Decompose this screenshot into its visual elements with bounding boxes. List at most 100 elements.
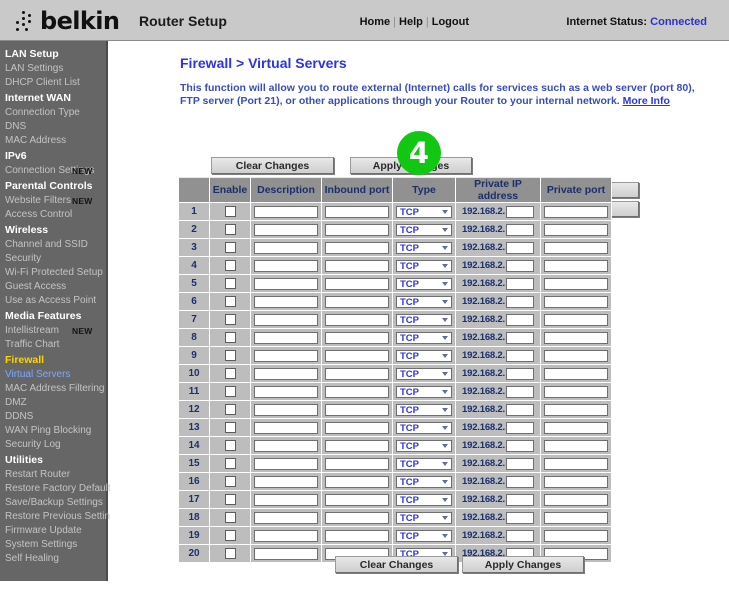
sidebar-item-intellistream[interactable]: Intellistream NEW	[0, 324, 106, 338]
private-port-input[interactable]	[544, 295, 608, 308]
enable-checkbox[interactable]	[224, 314, 236, 325]
sidebar-item-dmz[interactable]: DMZ	[0, 396, 106, 410]
sidebar-item-restart-router[interactable]: Restart Router	[0, 468, 106, 482]
private-port-input[interactable]	[544, 475, 608, 488]
type-select[interactable]: TCP	[396, 277, 452, 290]
sidebar-item-wi-fi-protected-setup[interactable]: Wi-Fi Protected Setup	[0, 266, 106, 280]
description-input[interactable]	[254, 403, 318, 416]
sidebar-item-mac-address[interactable]: MAC Address	[0, 134, 106, 148]
enable-checkbox[interactable]	[224, 494, 236, 505]
private-port-input[interactable]	[544, 529, 608, 542]
more-info-link[interactable]: More Info	[623, 95, 670, 107]
description-input[interactable]	[254, 439, 318, 452]
enable-checkbox[interactable]	[224, 458, 236, 469]
apply-changes-button-bottom[interactable]: Apply Changes	[462, 556, 584, 573]
private-port-input[interactable]	[544, 511, 608, 524]
private-port-input[interactable]	[544, 349, 608, 362]
enable-checkbox[interactable]	[224, 548, 236, 559]
type-select[interactable]: TCP	[396, 205, 452, 218]
enable-checkbox[interactable]	[224, 260, 236, 271]
private-ip-suffix-input[interactable]	[505, 367, 534, 380]
private-port-input[interactable]	[544, 205, 608, 218]
enable-checkbox[interactable]	[224, 242, 236, 253]
private-port-input[interactable]	[544, 457, 608, 470]
private-port-input[interactable]	[544, 277, 608, 290]
type-select[interactable]: TCP	[396, 385, 452, 398]
type-select[interactable]: TCP	[396, 313, 452, 326]
private-ip-suffix-input[interactable]	[505, 277, 534, 290]
inbound-port-input[interactable]	[325, 331, 389, 344]
inbound-port-input[interactable]	[325, 439, 389, 452]
private-ip-suffix-input[interactable]	[505, 205, 534, 218]
inbound-port-input[interactable]	[325, 493, 389, 506]
private-ip-suffix-input[interactable]	[505, 349, 534, 362]
inbound-port-input[interactable]	[325, 457, 389, 470]
inbound-port-input[interactable]	[325, 421, 389, 434]
private-port-input[interactable]	[544, 493, 608, 506]
sidebar-item-security-log[interactable]: Security Log	[0, 438, 106, 452]
inbound-port-input[interactable]	[325, 223, 389, 236]
help-link[interactable]: Help	[399, 16, 423, 28]
private-ip-suffix-input[interactable]	[505, 475, 534, 488]
type-select[interactable]: TCP	[396, 331, 452, 344]
sidebar-item-virtual-servers[interactable]: Virtual Servers	[0, 368, 106, 382]
description-input[interactable]	[254, 457, 318, 470]
description-input[interactable]	[254, 223, 318, 236]
description-input[interactable]	[254, 421, 318, 434]
private-port-input[interactable]	[544, 439, 608, 452]
type-select[interactable]: TCP	[396, 367, 452, 380]
type-select[interactable]: TCP	[396, 259, 452, 272]
sidebar-item-restore-previous-settings[interactable]: Restore Previous Settings	[0, 510, 121, 524]
description-input[interactable]	[254, 331, 318, 344]
sidebar-item-use-as-access-point[interactable]: Use as Access Point	[0, 294, 106, 308]
sidebar-item-connection-type[interactable]: Connection Type	[0, 106, 106, 120]
inbound-port-input[interactable]	[325, 205, 389, 218]
sidebar-item-security[interactable]: Security	[0, 252, 106, 266]
type-select[interactable]: TCP	[396, 529, 452, 542]
description-input[interactable]	[254, 367, 318, 380]
enable-checkbox[interactable]	[224, 476, 236, 487]
type-select[interactable]: TCP	[396, 241, 452, 254]
type-select[interactable]: TCP	[396, 349, 452, 362]
description-input[interactable]	[254, 547, 318, 560]
enable-checkbox[interactable]	[224, 404, 236, 415]
private-port-input[interactable]	[544, 403, 608, 416]
enable-checkbox[interactable]	[224, 224, 236, 235]
private-ip-suffix-input[interactable]	[505, 259, 534, 272]
private-port-input[interactable]	[544, 259, 608, 272]
type-select[interactable]: TCP	[396, 403, 452, 416]
description-input[interactable]	[254, 313, 318, 326]
description-input[interactable]	[254, 241, 318, 254]
home-link[interactable]: Home	[360, 16, 391, 28]
sidebar-item-restore-factory-defaults[interactable]: Restore Factory Defaults	[0, 482, 116, 496]
private-port-input[interactable]	[544, 421, 608, 434]
inbound-port-input[interactable]	[325, 295, 389, 308]
private-port-input[interactable]	[544, 223, 608, 236]
sidebar-item-connection-settings[interactable]: Connection Settings NEW	[0, 164, 106, 178]
sidebar-item-website-filters[interactable]: Website Filters NEW	[0, 194, 106, 208]
sidebar-item-system-settings[interactable]: System Settings	[0, 538, 106, 552]
sidebar-item-dns[interactable]: DNS	[0, 120, 106, 134]
enable-checkbox[interactable]	[224, 422, 236, 433]
private-ip-suffix-input[interactable]	[505, 421, 534, 434]
type-select[interactable]: TCP	[396, 295, 452, 308]
inbound-port-input[interactable]	[325, 241, 389, 254]
inbound-port-input[interactable]	[325, 529, 389, 542]
description-input[interactable]	[254, 205, 318, 218]
private-ip-suffix-input[interactable]	[505, 403, 534, 416]
private-ip-suffix-input[interactable]	[505, 457, 534, 470]
private-ip-suffix-input[interactable]	[505, 493, 534, 506]
private-ip-suffix-input[interactable]	[505, 331, 534, 344]
type-select[interactable]: TCP	[396, 457, 452, 470]
type-select[interactable]: TCP	[396, 493, 452, 506]
private-ip-suffix-input[interactable]	[505, 529, 534, 542]
description-input[interactable]	[254, 349, 318, 362]
private-port-input[interactable]	[544, 367, 608, 380]
description-input[interactable]	[254, 259, 318, 272]
logout-link[interactable]: Logout	[432, 16, 469, 28]
enable-checkbox[interactable]	[224, 512, 236, 523]
inbound-port-input[interactable]	[325, 313, 389, 326]
inbound-port-input[interactable]	[325, 403, 389, 416]
enable-checkbox[interactable]	[224, 440, 236, 451]
description-input[interactable]	[254, 385, 318, 398]
